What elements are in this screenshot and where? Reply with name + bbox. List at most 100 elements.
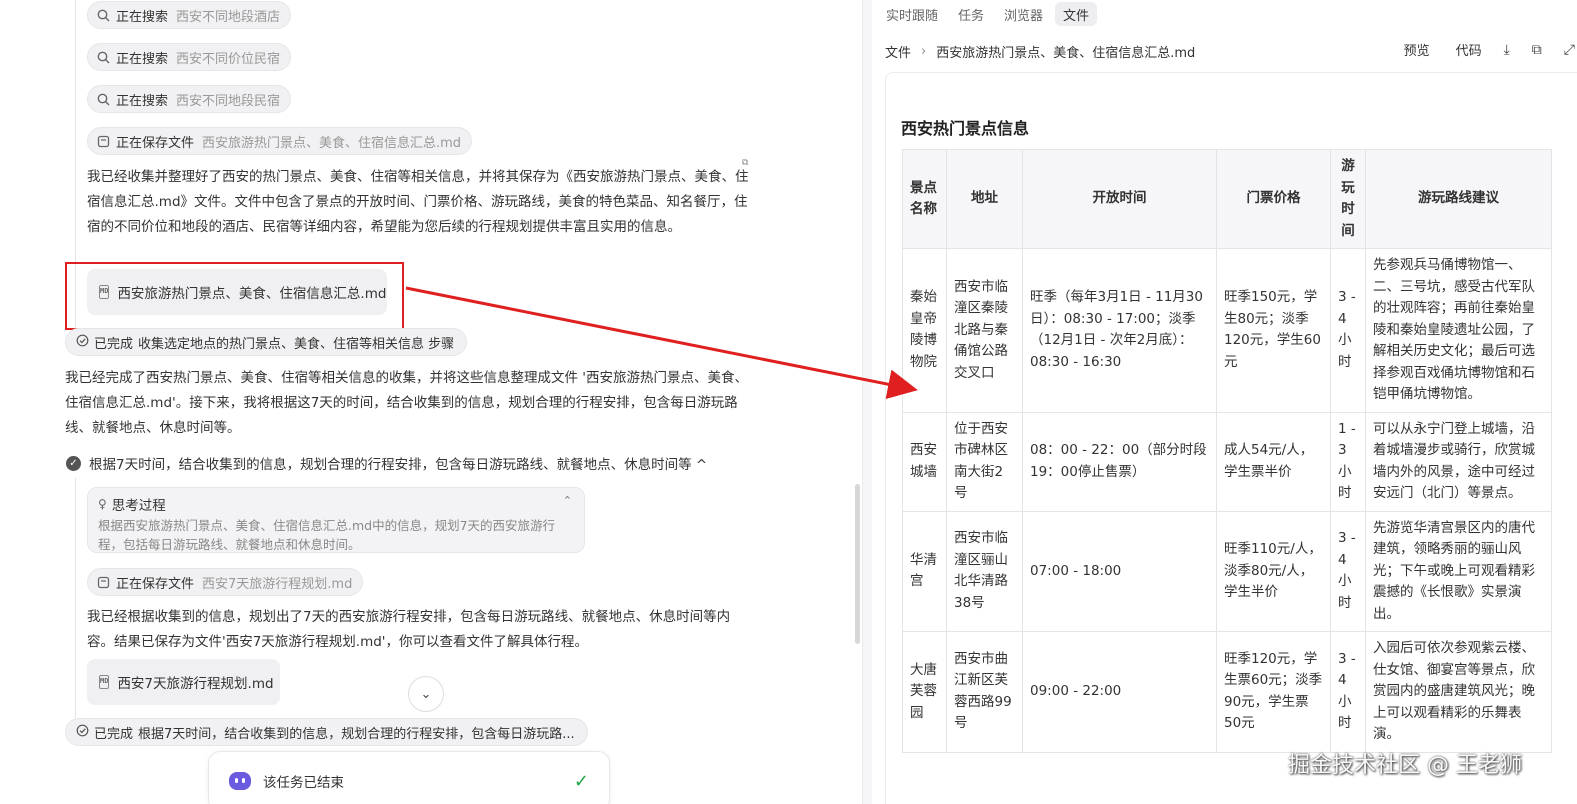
table-cell: 西安市临潼区秦陵北路与秦俑馆公路交叉口	[946, 248, 1023, 413]
pill-action: 正在保存文件	[116, 135, 195, 151]
pill-target: 西安不同价位民宿	[176, 51, 281, 67]
save-step-pill[interactable]: 正在保存文件 西安旅游热门景点、美食、住宿信息汇总.md	[87, 127, 473, 155]
file-name: 西安7天旅游行程规划.md	[117, 676, 274, 692]
search-step-pill[interactable]: 正在搜索 西安不同价位民宿	[87, 43, 292, 71]
thinking-title: 思考过程	[111, 498, 166, 514]
table-row: 西安城墙 位于西安市碑林区南大街2号 08：00 - 22：00（部分时段19：…	[902, 411, 1552, 512]
step-title: 根据7天时间，结合收集到的信息，规划合理的行程安排，包含每日游玩路线、就餐地点、…	[89, 457, 708, 473]
chevron-down-icon: ⌄	[420, 686, 432, 702]
column-header: 开放时间	[1022, 149, 1217, 249]
highlight-box	[65, 262, 404, 330]
step-status: 已完成	[94, 726, 134, 742]
pill-action: 正在保存文件	[116, 576, 195, 592]
table-cell: 华清宫	[902, 510, 947, 632]
pill-target: 西安7天旅游行程规划.md	[202, 576, 353, 592]
check-icon: ✓	[66, 455, 81, 471]
assistant-message: 我已经根据收集到的信息，规划出了7天的西安旅游行程安排，包含每日游玩路线、就餐地…	[87, 609, 731, 650]
assistant-message: 我已经收集并整理好了西安的热门景点、美食、住宿等相关信息，并将其保存为《西安旅游…	[87, 169, 749, 235]
table-cell: 旺季150元，学生80元；淡季120元，学生60元	[1216, 248, 1331, 413]
search-step-pill[interactable]: 正在搜索 西安不同地段民宿	[87, 85, 292, 113]
viewer-tabs: 实时跟随 任务 浏览器 文件	[878, 2, 1101, 26]
breadcrumb: 文件 › 西安旅游热门景点、美食、住宿信息汇总.md	[885, 42, 1195, 61]
breadcrumb-root[interactable]: 文件	[885, 42, 911, 61]
step-text: 收集选定地点的热门景点、美食、住宿等相关信息 步骤	[138, 336, 455, 352]
copy-icon[interactable]: ⧉	[1532, 42, 1542, 58]
watermark: 掘金技术社区 @ 王老狮	[1288, 753, 1522, 778]
check-icon: ✓	[573, 770, 589, 792]
table-cell: 08：00 - 22：00（部分时段19：00停止售票）	[1022, 411, 1217, 512]
file-icon	[96, 134, 110, 148]
pill-action: 正在搜索	[116, 51, 169, 67]
table-cell: 先参观兵马俑博物馆一、二、三号坑，感受古代军队的壮观阵容；再前往秦始皇陵和秦始皇…	[1365, 248, 1552, 413]
table-header-row: 景点名称 地址 开放时间 门票价格 游玩时间 游玩路线建议	[902, 149, 1552, 249]
tab-live-follow[interactable]: 实时跟随	[878, 2, 946, 26]
step-header[interactable]: ✓ 根据7天时间，结合收集到的信息，规划合理的行程安排，包含每日游玩路线、就餐地…	[66, 453, 707, 473]
tab-browser[interactable]: 浏览器	[996, 2, 1051, 26]
assistant-message: 我已经完成了西安热门景点、美食、住宿等相关信息的收集，并将这些信息整理成文件 '…	[65, 370, 749, 436]
table-cell: 大唐芙蓉园	[902, 631, 947, 753]
tab-files[interactable]: 文件	[1055, 2, 1098, 26]
doc-heading: 西安热门景点信息	[901, 119, 1030, 138]
table-cell: 入园后可依次参观紫云楼、仕女馆、御宴宫等景点，欣赏园内的盛唐建筑风光；晚上可以观…	[1365, 631, 1552, 753]
lightbulb-icon: ♀	[98, 497, 107, 511]
step-status: 已完成	[94, 336, 134, 352]
table-cell: 旺季120元，学生票60元；淡季90元，学生票50元	[1216, 631, 1331, 753]
breadcrumb-file: 西安旅游热门景点、美食、住宿信息汇总.md	[936, 46, 1196, 61]
pill-action: 正在搜索	[116, 93, 169, 109]
table-cell: 位于西安市碑林区南大街2号	[946, 411, 1023, 512]
column-header: 游玩时间	[1330, 149, 1366, 249]
column-header: 门票价格	[1216, 149, 1331, 249]
thread-line	[75, 478, 76, 718]
file-attachment[interactable]: MD 西安7天旅游行程规划.md	[87, 659, 280, 705]
pill-target: 西安不同地段民宿	[176, 93, 281, 109]
search-step-pill[interactable]: 正在搜索 西安不同地段酒店	[87, 1, 292, 29]
table-cell: 3 - 4 小时	[1330, 248, 1366, 413]
panel-divider[interactable]	[862, 0, 872, 804]
search-icon	[96, 8, 110, 22]
table-cell: 07:00 - 18:00	[1022, 510, 1217, 632]
search-icon	[96, 92, 110, 106]
pill-target: 西安不同地段酒店	[176, 9, 281, 25]
table-cell: 09:00 - 22:00	[1022, 631, 1217, 753]
file-icon	[96, 575, 110, 589]
task-status-bar: 该任务已结束 ✓	[208, 751, 610, 804]
table-cell: 西安市临潼区骊山北华清路38号	[946, 510, 1023, 632]
chevron-right-icon: ›	[921, 44, 927, 59]
chat-panel: 正在搜索 西安不同地段酒店 正在搜索 西安不同价位民宿 正在搜索 西安不同地段民…	[0, 0, 862, 804]
completed-step-pill[interactable]: 已完成 根据7天时间，结合收集到的信息，规划合理的行程安排，包含每日游玩路...	[65, 718, 588, 746]
preview-button[interactable]: 预览	[1404, 40, 1430, 59]
column-header: 游玩路线建议	[1365, 149, 1552, 249]
code-button[interactable]: 代码	[1456, 40, 1482, 59]
table-row: 大唐芙蓉园 西安市曲江新区芙蓉西路99号 09:00 - 22:00 旺季120…	[902, 631, 1552, 753]
table-row: 华清宫 西安市临潼区骊山北华清路38号 07:00 - 18:00 旺季110元…	[902, 510, 1552, 632]
chevron-up-icon[interactable]: ⌃	[563, 494, 572, 507]
column-header: 地址	[946, 149, 1023, 249]
table-cell: 秦始皇帝陵博物院	[902, 248, 947, 413]
completed-step-pill[interactable]: 已完成 收集选定地点的热门景点、美食、住宿等相关信息 步骤	[65, 328, 468, 356]
tab-tasks[interactable]: 任务	[950, 2, 992, 26]
file-viewer-panel: 实时跟随 任务 浏览器 文件 文件 › 西安旅游热门景点、美食、住宿信息汇总.m…	[872, 0, 1577, 804]
download-icon[interactable]: ⤓	[1504, 42, 1510, 58]
attractions-table: 景点名称 地址 开放时间 门票价格 游玩时间 游玩路线建议 秦始皇帝陵博物院 西…	[902, 149, 1552, 753]
search-icon	[96, 50, 110, 64]
task-status-text: 该任务已结束	[263, 775, 344, 791]
table-cell: 西安城墙	[902, 411, 947, 512]
thinking-panel[interactable]: ♀ 思考过程 ⌃ 根据西安旅游热门景点、美食、住宿信息汇总.md中的信息，规划7…	[87, 487, 585, 553]
scrollbar[interactable]	[855, 484, 860, 644]
column-header: 景点名称	[902, 149, 947, 249]
table-cell: 旺季（每年3月1日 - 11月30日）：08:30 - 17:00；淡季（12月…	[1022, 248, 1217, 413]
table-cell: 旺季110元/人，淡季80元/人，学生半价	[1216, 510, 1331, 632]
scroll-down-button[interactable]: ⌄	[408, 676, 444, 712]
thinking-body: 根据西安旅游热门景点、美食、住宿信息汇总.md中的信息，规划7天的西安旅游行程，…	[98, 518, 556, 552]
check-circle-icon	[76, 724, 89, 741]
table-cell: 先游览华清宫景区内的唐代建筑，领略秀丽的骊山风光；下午或晚上可观看精彩震撼的《长…	[1365, 510, 1552, 632]
pill-action: 正在搜索	[116, 9, 169, 25]
expand-icon[interactable]: ⤢	[1564, 42, 1575, 58]
pill-target: 西安旅游热门景点、美食、住宿信息汇总.md	[202, 135, 462, 151]
viewer-toolbar: 预览 代码 ⤓ ⧉ ⤢	[1378, 40, 1577, 60]
table-cell: 3 - 4 小时	[1330, 631, 1366, 753]
bot-avatar-icon	[229, 772, 251, 790]
table-cell: 成人54元/人，学生票半价	[1216, 411, 1331, 512]
markdown-preview: 西安热门景点信息 景点名称 地址 开放时间 门票价格 游玩时间 游玩路线建议 秦…	[885, 72, 1577, 804]
save-step-pill[interactable]: 正在保存文件 西安7天旅游行程规划.md	[87, 568, 364, 596]
